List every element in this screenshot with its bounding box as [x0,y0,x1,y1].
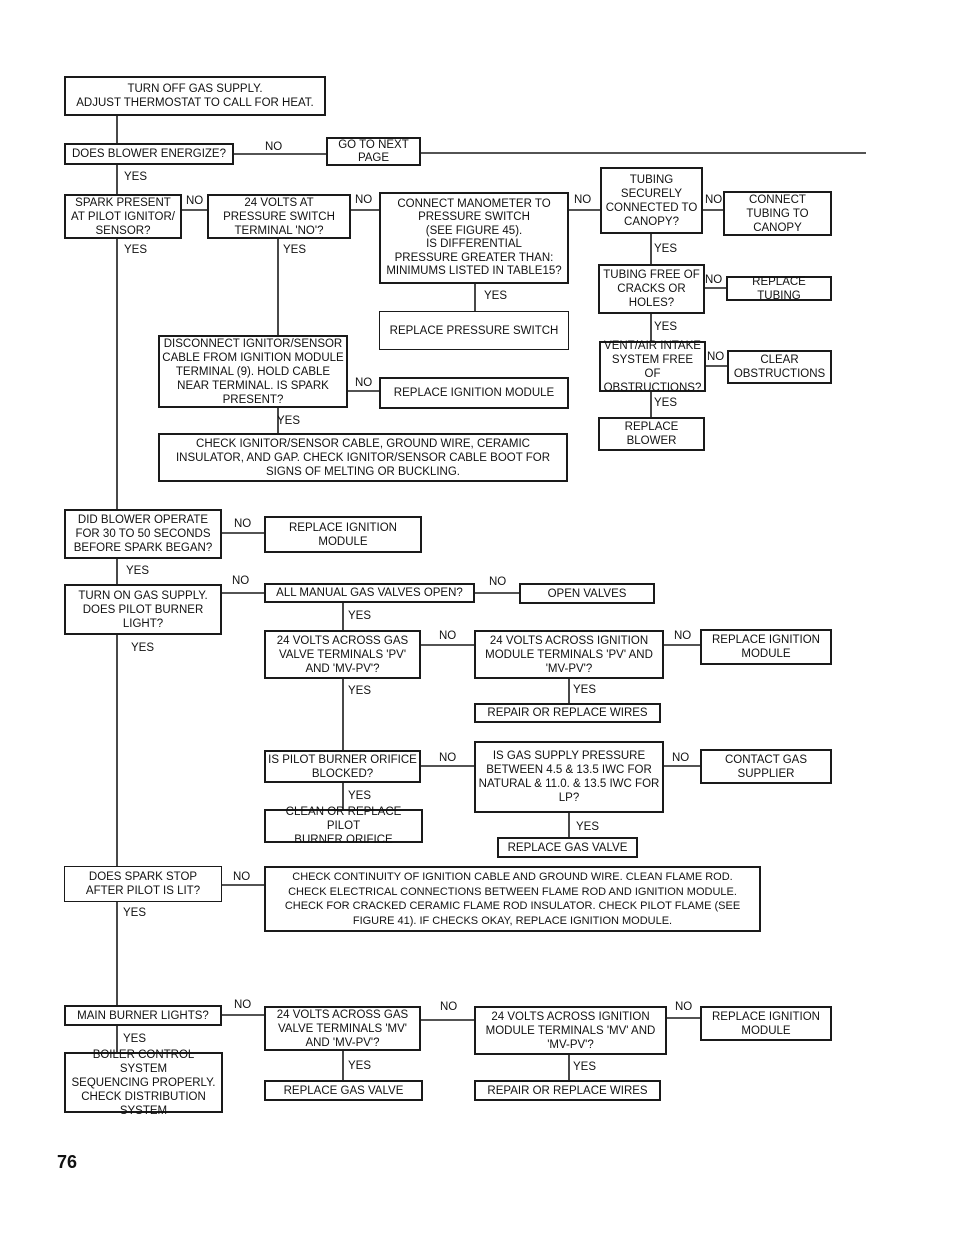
edge-label-no: NO [489,576,507,588]
node-disconnect-cable: DISCONNECT IGNITOR/SENSOR CABLE FROM IGN… [158,335,348,408]
node-blower-energize: DOES BLOWER ENERGIZE? [64,143,234,165]
edge-label-no: NO [186,195,204,207]
edge-label-yes: YES [484,290,508,302]
edge-label-no: NO [705,274,723,286]
node-manual-valves: ALL MANUAL GAS VALVES OPEN? [264,583,475,603]
edge-label-no: NO [233,871,251,883]
node-repair-wires-1: REPAIR OR REPLACE WIRES [474,703,661,723]
node-manometer: CONNECT MANOMETER TO PRESSURE SWITCH (SE… [379,192,569,284]
node-volts-module-mv: 24 VOLTS ACROSS IGNITION MODULE TERMINAL… [474,1006,667,1055]
node-volts-gas-valve-mv: 24 VOLTS ACROSS GAS VALVE TERMINALS 'MV'… [264,1006,421,1051]
edge-label-no: NO [574,194,592,206]
node-next-page: GO TO NEXT PAGE [326,137,421,166]
node-tubing-secure: TUBING SECURELY CONNECTED TO CANOPY? [600,167,703,234]
edge-label-yes: YES [283,244,307,256]
edge-label-yes: YES [573,684,597,696]
edge-label-no: NO [355,194,373,206]
edge-label-yes: YES [348,1060,372,1072]
edge-label-yes: YES [576,821,600,833]
edge-label-no: NO [234,518,252,530]
node-vent-free: VENT/AIR INTAKE SYSTEM FREE OF OBSTRUCTI… [599,340,706,394]
edge-label-yes: YES [654,321,678,333]
edge-label-no: NO [440,1001,458,1013]
edge-label-yes: YES [573,1061,597,1073]
edge-label-yes: YES [123,1033,147,1045]
edge-label-no: NO [234,999,252,1011]
edge-label-no: NO [674,630,692,642]
node-main-burner: MAIN BURNER LIGHTS? [64,1005,222,1026]
node-turn-on-gas: TURN ON GAS SUPPLY. DOES PILOT BURNER LI… [64,584,222,635]
node-gas-pressure: IS GAS SUPPLY PRESSURE BETWEEN 4.5 & 13.… [474,741,664,813]
edge-label-yes: YES [654,397,678,409]
node-orifice-blocked: IS PILOT BURNER ORIFICE BLOCKED? [264,750,421,783]
node-check-continuity: CHECK CONTINUITY OF IGNITION CABLE AND G… [264,866,761,932]
edge-label-no: NO [439,630,457,642]
edge-label-yes: YES [124,171,148,183]
node-blower-30-50: DID BLOWER OPERATE FOR 30 TO 50 SECONDS … [64,509,222,559]
edge-label-yes: YES [348,685,372,697]
node-replace-pressure-switch: REPLACE PRESSURE SWITCH [379,311,569,350]
node-replace-tubing: REPLACE TUBING [726,276,832,302]
edge-label-no: NO [672,752,690,764]
node-volts-module-pv: 24 VOLTS ACROSS IGNITION MODULE TERMINAL… [474,630,664,679]
node-replace-ignition-module-3: REPLACE IGNITION MODULE [700,629,832,665]
node-clean-orifice: CLEAN OR REPLACE PILOT BURNER ORIFICE [264,806,423,846]
node-start: TURN OFF GAS SUPPLY. ADJUST THERMOSTAT T… [64,76,326,116]
node-replace-blower: REPLACE BLOWER [598,417,705,451]
node-repair-wires-2: REPAIR OR REPLACE WIRES [474,1080,661,1101]
node-volts-gas-valve-pv: 24 VOLTS ACROSS GAS VALVE TERMINALS 'PV'… [264,630,421,679]
edge-label-no: NO [232,575,250,587]
node-open-valves: OPEN VALVES [519,583,655,604]
edge-label-no: NO [439,752,457,764]
edge-label-yes: YES [654,243,678,255]
node-replace-ignition-module-1: REPLACE IGNITION MODULE [379,377,569,409]
edge-label-no: NO [675,1001,693,1013]
node-connect-tubing: CONNECT TUBING TO CANOPY [723,191,832,236]
node-check-cable: CHECK IGNITOR/SENSOR CABLE, GROUND WIRE,… [158,433,568,482]
node-spark-stop: DOES SPARK STOP AFTER PILOT IS LIT? [64,866,222,902]
edge-label-no: NO [707,351,725,363]
node-tubing-free: TUBING FREE OF CRACKS OR HOLES? [598,264,705,314]
edge-label-yes: YES [126,565,150,577]
edge-label-yes: YES [348,790,372,802]
node-clear-obstructions: CLEAR OBSTRUCTIONS [727,350,832,384]
edge-label-yes: YES [277,415,301,427]
node-replace-ignition-module-4: REPLACE IGNITION MODULE [700,1006,832,1041]
node-contact-supplier: CONTACT GAS SUPPLIER [700,749,832,784]
edge-label-yes: YES [124,244,148,256]
edge-label-yes: YES [123,907,147,919]
edge-label-no: NO [265,141,283,153]
node-replace-ignition-module-2: REPLACE IGNITION MODULE [264,516,422,553]
node-replace-gas-valve-2: REPLACE GAS VALVE [264,1080,423,1101]
node-spark-present: SPARK PRESENT AT PILOT IGNITOR/ SENSOR? [64,194,182,239]
node-replace-gas-valve-1: REPLACE GAS VALVE [497,837,638,858]
edge-label-yes: YES [348,610,372,622]
edge-label-no: NO [355,377,373,389]
edge-label-yes: YES [131,642,155,654]
page-number: 76 [57,1152,78,1172]
node-volts-pressure-switch: 24 VOLTS AT PRESSURE SWITCH TERMINAL 'NO… [207,194,351,239]
node-boiler-ok: BOILER CONTROL SYSTEM SEQUENCING PROPERL… [64,1049,223,1117]
edge-label-no: NO [705,194,723,206]
